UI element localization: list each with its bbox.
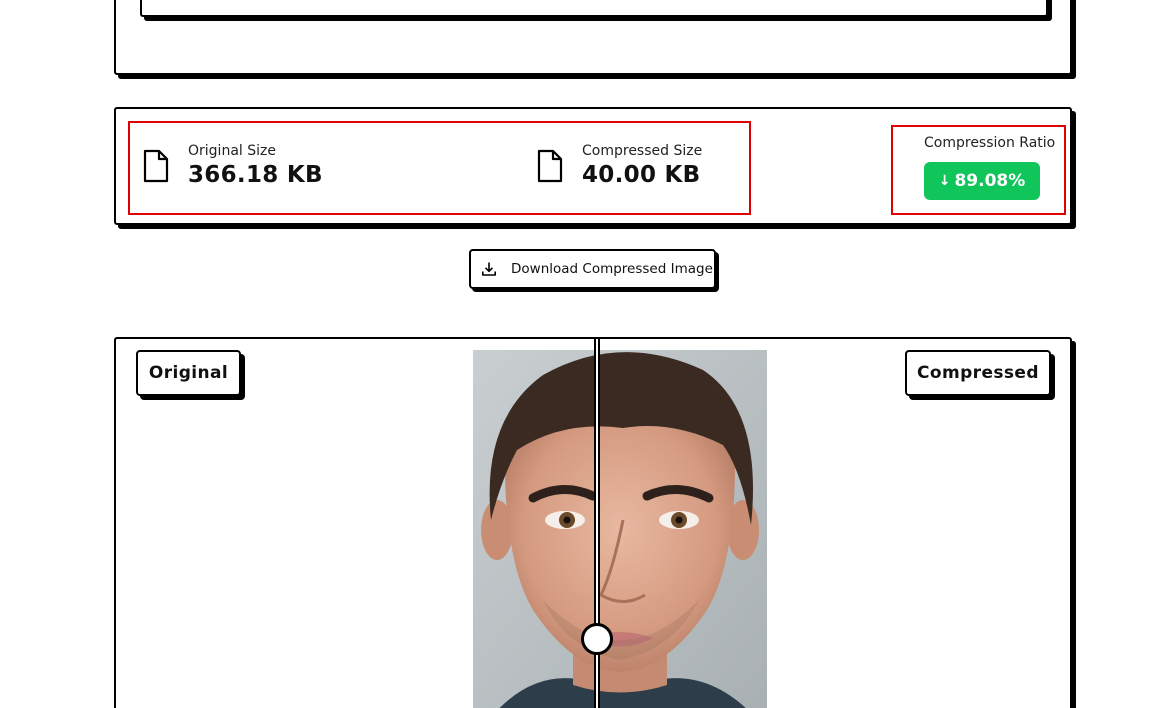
compression-ratio-value: 89.08% bbox=[954, 171, 1026, 191]
compressed-tag: Compressed bbox=[905, 350, 1051, 396]
original-tag: Original bbox=[136, 350, 241, 396]
compression-stats-card: Original Size 366.18 KB Compressed Size … bbox=[114, 107, 1072, 225]
file-icon bbox=[537, 149, 563, 183]
compressed-size-value: 40.00 KB bbox=[582, 162, 701, 188]
compression-ratio-label: Compression Ratio bbox=[924, 135, 1056, 151]
compressor-page: Original Size 366.18 KB Compressed Size … bbox=[0, 0, 1166, 708]
comparison-slider-handle[interactable] bbox=[581, 623, 613, 655]
original-size-stat: Original Size 366.18 KB bbox=[142, 142, 323, 190]
compression-ratio-badge: ↓ 89.08% bbox=[924, 162, 1040, 200]
upload-panel bbox=[114, 0, 1072, 75]
file-icon bbox=[143, 149, 169, 183]
compressed-size-stat: Compressed Size 40.00 KB bbox=[536, 142, 702, 190]
upload-dropzone[interactable] bbox=[140, 0, 1048, 17]
download-icon bbox=[482, 262, 496, 276]
comparison-image bbox=[473, 350, 767, 708]
compressed-size-label: Compressed Size bbox=[582, 143, 703, 159]
download-button-label: Download Compressed Image bbox=[511, 261, 713, 277]
original-size-value: 366.18 KB bbox=[188, 162, 323, 188]
original-size-label: Original Size bbox=[188, 143, 276, 159]
portrait-image bbox=[473, 350, 767, 708]
arrow-down-icon: ↓ bbox=[938, 173, 951, 189]
download-compressed-button[interactable]: Download Compressed Image bbox=[469, 249, 716, 289]
image-comparison-card: Original Compressed bbox=[114, 337, 1072, 708]
